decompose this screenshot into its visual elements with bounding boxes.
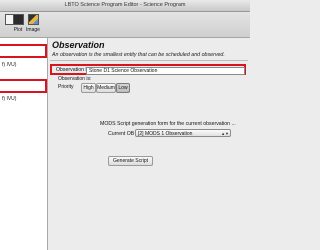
priority-medium-button[interactable]: Medium (96, 83, 116, 93)
priority-label: Priority (58, 84, 74, 90)
program-tree-panel[interactable]: f) IVU) f) IVU) (0, 38, 48, 250)
current-ob-value: [2] MODS 1 Observation (138, 131, 193, 137)
observation-name-input[interactable]: Stone D1 Science Observation (86, 67, 245, 75)
window-titlebar: LBTO Science Program Editor - Science Pr… (0, 0, 250, 12)
observation-editor-panel: Observation An observation is the smalle… (48, 38, 250, 250)
tree-highlight-2[interactable] (0, 79, 47, 93)
priority-low-button[interactable]: Low (116, 83, 130, 93)
header-divider (50, 60, 248, 61)
terminal-icon (12, 14, 24, 25)
current-ob-select[interactable]: [2] MODS 1 Observation ▲▼ (135, 129, 231, 137)
chevron-updown-icon: ▲▼ (221, 131, 229, 136)
generate-script-button[interactable]: Generate Script (108, 156, 154, 166)
tree-row-2[interactable]: f) IVU) (2, 62, 16, 68)
current-ob-label: Current OB (108, 131, 135, 137)
page-title: Observation (52, 40, 105, 50)
observation-is-label: Observation is: (58, 76, 92, 82)
window-title: LBTO Science Program Editor - Science Pr… (64, 2, 186, 8)
priority-high-button[interactable]: High (81, 83, 96, 93)
toolbar-image-button[interactable]: Image (25, 14, 41, 33)
tree-row-4[interactable]: f) IVU) (2, 96, 16, 102)
tree-highlight-1[interactable] (0, 44, 47, 58)
observation-name-row: Observation Name Stone D1 Science Observ… (50, 64, 246, 75)
image-icon (27, 14, 39, 25)
script-form-description: MODS Script generation form for the curr… (100, 121, 236, 127)
page-description: An observation is the smallest entity th… (52, 52, 225, 58)
toolbar: Plot Image (0, 12, 250, 38)
toolbar-plot-label: Plot (13, 27, 23, 33)
toolbar-image-label: Image (26, 27, 40, 33)
toolbar-plot-button[interactable]: Plot (10, 14, 26, 33)
